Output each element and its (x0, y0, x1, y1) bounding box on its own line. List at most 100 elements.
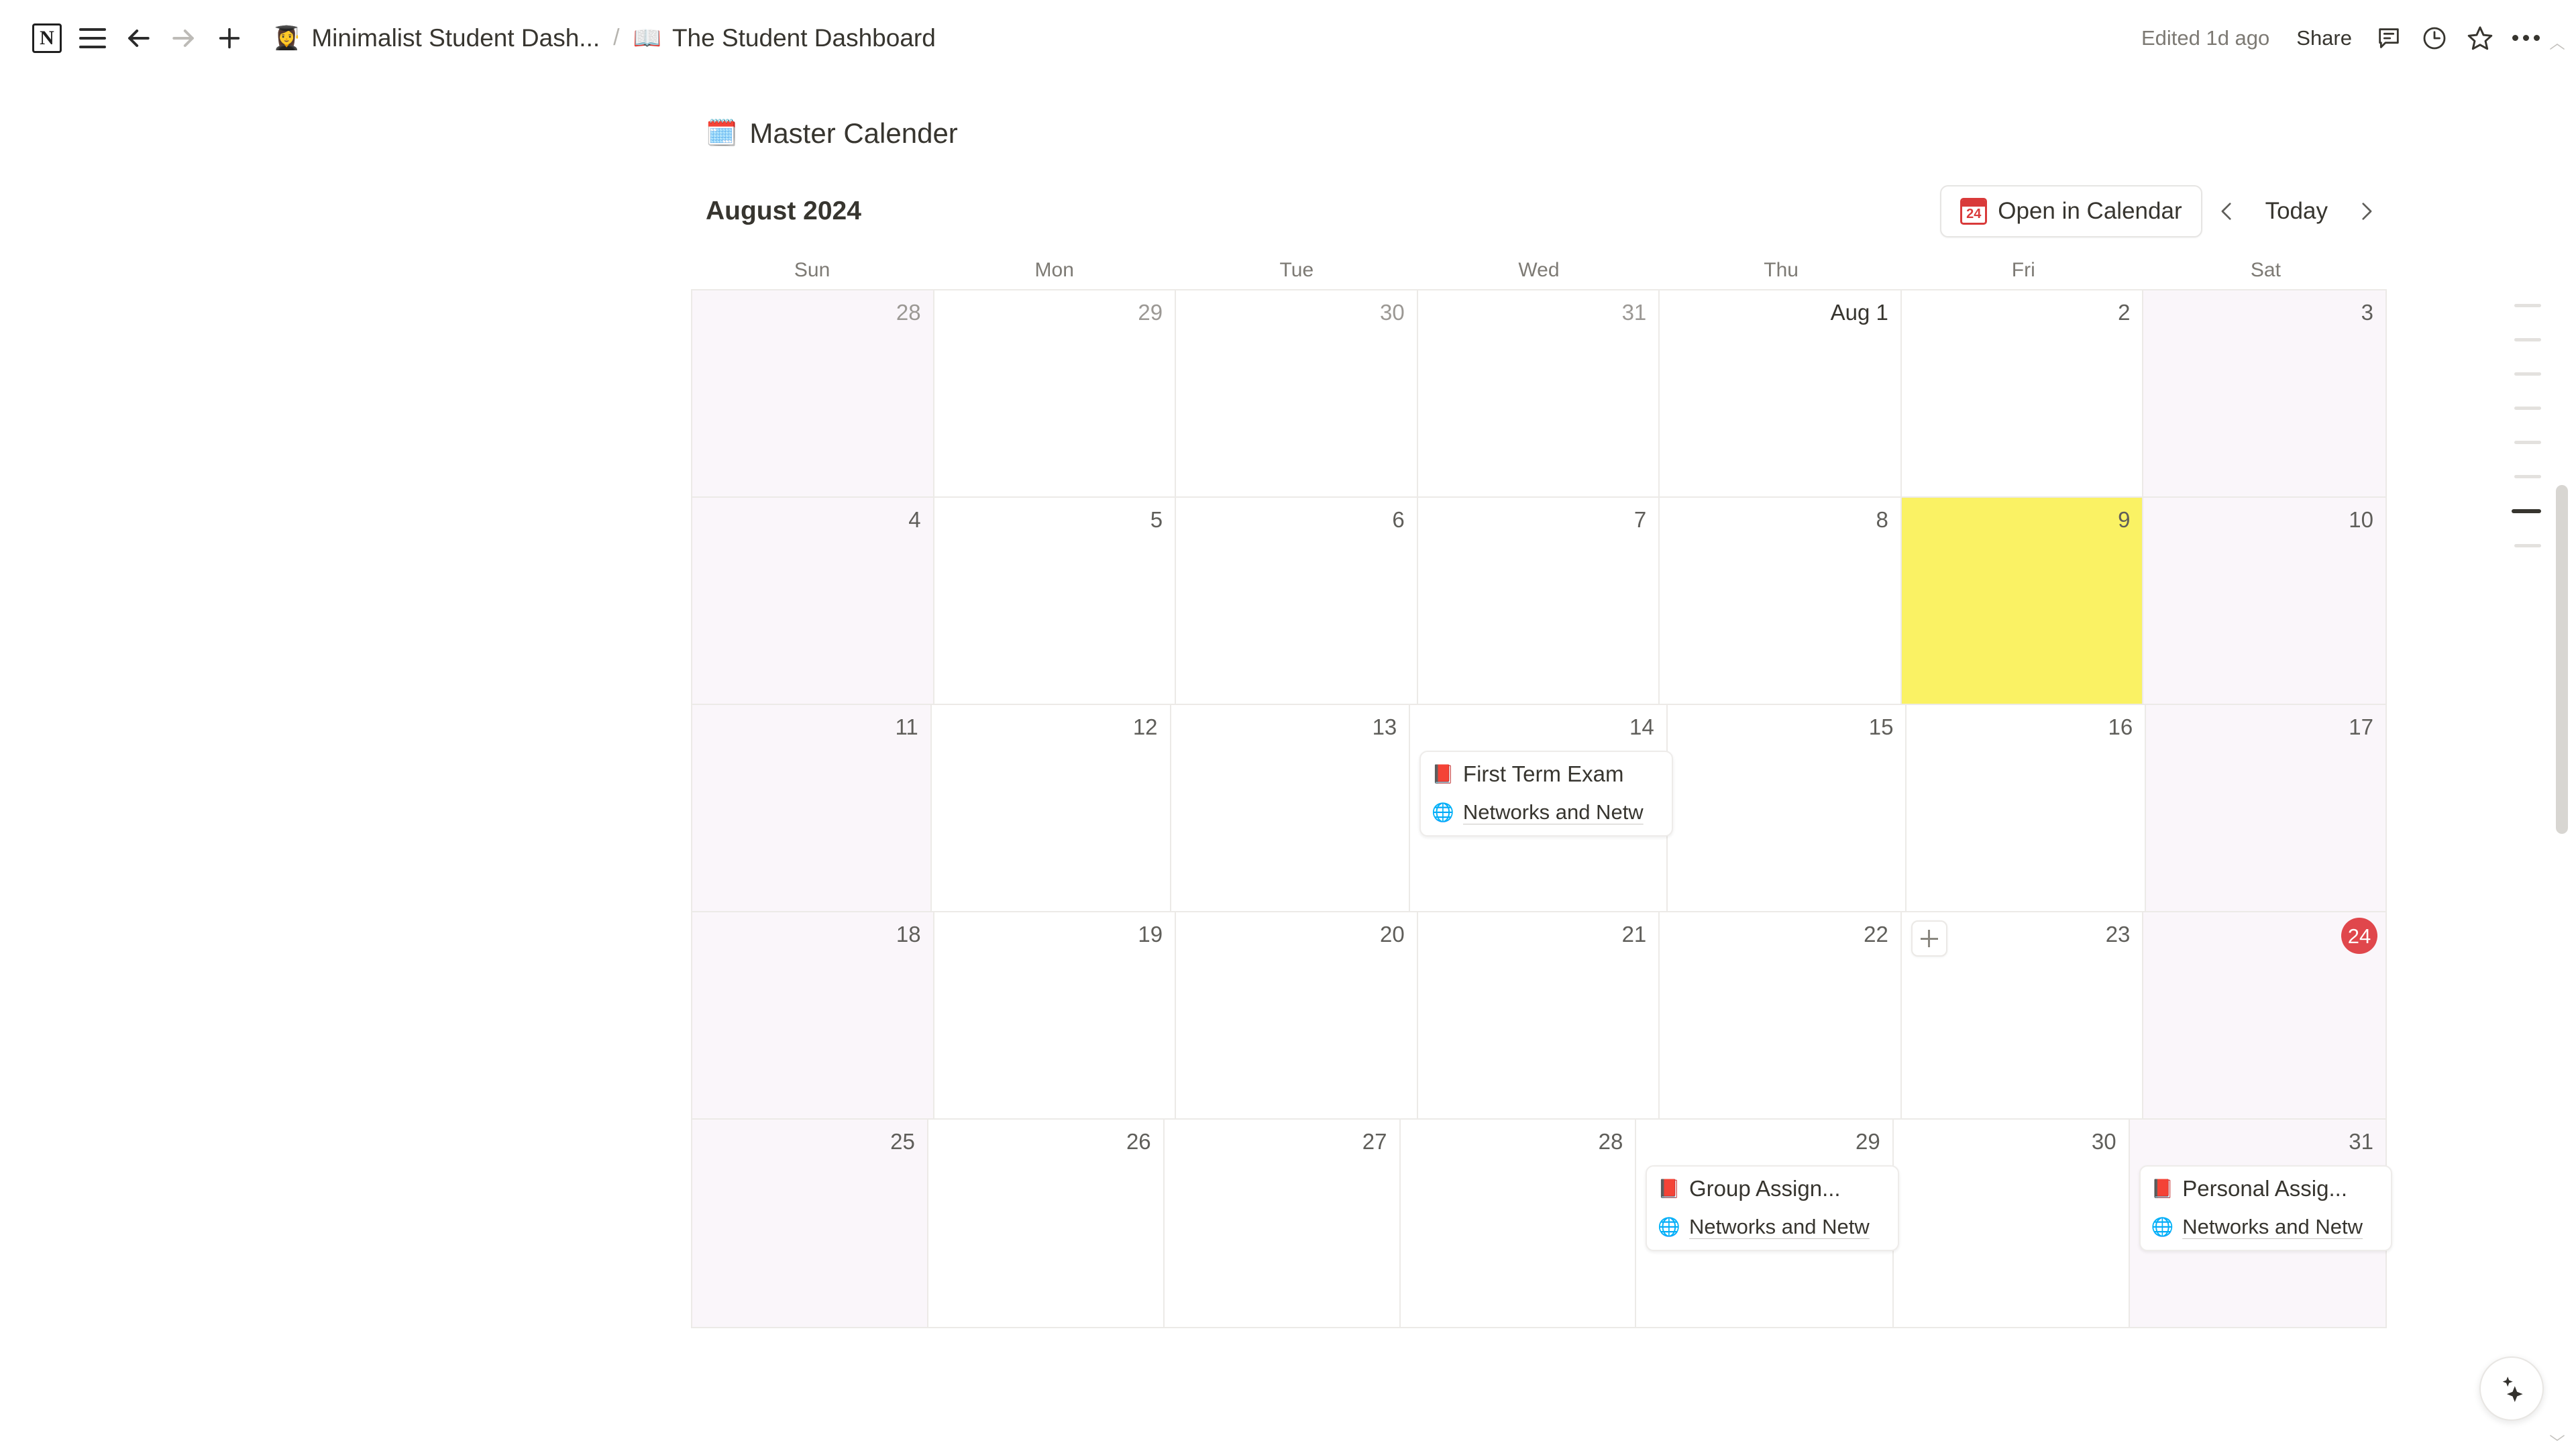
event-relation-label[interactable]: Networks and Netw (1463, 800, 1644, 824)
forward-arrow-icon[interactable] (161, 15, 207, 61)
table-of-contents-marker[interactable] (2514, 544, 2541, 547)
day-number: 17 (2349, 714, 2373, 739)
calendar-day-cell[interactable]: 17 (2146, 705, 2385, 911)
top-bar-right-group: Edited 1d ago Share (2131, 17, 2576, 59)
add-event-button[interactable] (1911, 920, 1947, 957)
calendar-day-cell[interactable]: 23 (1902, 912, 2144, 1118)
top-bar: N 👩‍🎓 (0, 0, 2576, 76)
event-subtitle-row: 🌐 Networks and Netw (1658, 1215, 1886, 1239)
calendar-week-row: 18 19 20 21 22 23 24 (692, 912, 2385, 1120)
calendar-day-cell[interactable]: 3 (2143, 290, 2385, 496)
table-of-contents-marker[interactable] (2514, 441, 2541, 444)
calendar-day-cell[interactable]: 21 (1418, 912, 1660, 1118)
calendar-day-cell[interactable]: 4 (692, 498, 934, 704)
day-number: 24 (2154, 918, 2377, 954)
globe-icon: 🌐 (1432, 802, 1454, 822)
calendar-date-icon-number: 24 (1966, 207, 1982, 221)
weekday-label-sun: Sun (794, 259, 830, 281)
calendar-day-cell[interactable]: 28 (692, 290, 934, 496)
more-options-dots (2512, 35, 2540, 41)
day-number: 25 (890, 1129, 915, 1154)
event-relation-label[interactable]: Networks and Netw (2182, 1215, 2363, 1239)
table-of-contents-marker[interactable] (2514, 475, 2541, 478)
event-subtitle-row: 🌐 Networks and Netw (1432, 800, 1660, 824)
scroll-down-caret-icon[interactable] (2548, 1432, 2567, 1444)
page-scrollbar-thumb[interactable] (2556, 485, 2568, 834)
ai-assistant-button[interactable] (2479, 1356, 2544, 1421)
breadcrumb-item-parent[interactable]: 👩‍🎓 Minimalist Student Dash... (263, 19, 609, 58)
table-of-contents-marker[interactable] (2514, 304, 2541, 307)
calendar-day-cell[interactable]: 15 (1668, 705, 1907, 911)
day-number: 2 (2118, 300, 2131, 325)
day-number: 6 (1392, 507, 1405, 532)
calendar-day-cell[interactable]: 6 (1176, 498, 1418, 704)
calendar-day-cell[interactable]: 29 📕 Group Assign... 🌐 Networks and Netw (1636, 1120, 1899, 1327)
more-options-icon[interactable] (2505, 17, 2546, 59)
day-number: 5 (1150, 507, 1163, 532)
calendar-day-cell[interactable]: 25 (692, 1120, 928, 1327)
next-month-button[interactable] (2345, 188, 2387, 235)
calendar-day-cell[interactable]: 2 (1902, 290, 2144, 496)
calendar-day-cell[interactable]: 24 (2143, 912, 2385, 1118)
calendar-day-cell[interactable]: 16 (1907, 705, 2147, 911)
plus-icon[interactable] (207, 15, 252, 61)
history-clock-icon[interactable] (2414, 17, 2455, 59)
table-of-contents-marker[interactable] (2514, 338, 2541, 341)
calendar-day-cell[interactable]: 29 (934, 290, 1177, 496)
scroll-up-caret-icon[interactable] (2548, 41, 2567, 53)
day-number: 22 (1864, 922, 1888, 947)
calendar-day-cell[interactable]: 30 (1176, 290, 1418, 496)
table-of-contents-marker[interactable] (2512, 509, 2541, 513)
calendar-day-cell[interactable]: 5 (934, 498, 1177, 704)
calendar-day-cell[interactable]: 31 (1418, 290, 1660, 496)
calendar-day-cell[interactable]: 12 (932, 705, 1171, 911)
event-title-row: 📕 Group Assign... (1658, 1176, 1886, 1201)
calendar-day-cell[interactable]: 8 (1660, 498, 1902, 704)
calendar-day-cell[interactable]: 26 (928, 1120, 1165, 1327)
notion-logo-icon[interactable]: N (24, 15, 70, 61)
star-icon[interactable] (2459, 17, 2501, 59)
event-relation-label[interactable]: Networks and Netw (1689, 1215, 1870, 1239)
share-button[interactable]: Share (2284, 19, 2364, 57)
comment-icon[interactable] (2368, 17, 2410, 59)
open-in-calendar-button[interactable]: 24 Open in Calendar (1940, 185, 2202, 237)
calendar-day-cell[interactable]: 31 📕 Personal Assig... 🌐 Networks and Netw (2129, 1120, 2392, 1327)
calendar-day-cell[interactable]: 30 (1894, 1120, 2130, 1327)
calendar-day-cell[interactable]: 13 (1171, 705, 1411, 911)
calendar-day-cell[interactable]: 19 (934, 912, 1177, 1118)
calendar-day-cell[interactable]: 22 (1660, 912, 1902, 1118)
calendar-day-cell[interactable]: 20 (1176, 912, 1418, 1118)
globe-icon: 🌐 (1658, 1216, 1680, 1237)
table-of-contents-marker[interactable] (2514, 372, 2541, 376)
table-of-contents-marker[interactable] (2514, 407, 2541, 410)
calendar-day-cell[interactable]: 18 (692, 912, 934, 1118)
calendar-event-card[interactable]: 📕 Group Assign... 🌐 Networks and Netw (1646, 1165, 1899, 1251)
calendar-day-cell[interactable]: 11 (692, 705, 932, 911)
event-title-label: Group Assign... (1688, 1176, 1841, 1201)
calendar-day-cell[interactable]: 14 📕 First Term Exam 🌐 Networks and Netw (1410, 705, 1673, 911)
weekday-header-row: Sun Mon Tue Wed Thu Fri Sat (691, 252, 2387, 289)
page-scrollbar-track[interactable] (2550, 44, 2572, 1449)
calendar-day-cell[interactable]: 9 (1901, 498, 2144, 704)
page-document-icon: 📕 (1658, 1178, 1680, 1199)
book-emoji-icon: 📖 (633, 25, 661, 51)
day-number: 15 (1868, 714, 1894, 739)
today-button[interactable]: Today (2252, 187, 2341, 235)
hamburger-menu-icon[interactable] (70, 15, 115, 61)
day-number: 28 (1598, 1129, 1623, 1154)
calendar-event-card[interactable]: 📕 Personal Assig... 🌐 Networks and Netw (2139, 1165, 2392, 1251)
calendar-day-cell[interactable]: 28 (1401, 1120, 1637, 1327)
back-arrow-icon[interactable] (115, 15, 161, 61)
calendar-day-cell[interactable]: Aug 1 (1660, 290, 1902, 496)
previous-month-button[interactable] (2206, 188, 2248, 235)
calendar-emoji-icon: 🗓️ (706, 119, 738, 148)
calendar-event-card[interactable]: 📕 First Term Exam 🌐 Networks and Netw (1419, 751, 1673, 837)
day-number: 16 (2108, 714, 2133, 739)
calendar-day-cell[interactable]: 7 (1418, 498, 1660, 704)
calendar-day-cell[interactable]: 10 (2143, 498, 2385, 704)
calendar-day-cell[interactable]: 27 (1165, 1120, 1401, 1327)
breadcrumb-item-current[interactable]: 📖 The Student Dashboard (624, 19, 945, 58)
event-title-row: 📕 First Term Exam (1432, 761, 1660, 787)
breadcrumb-parent-label: Minimalist Student Dash... (311, 23, 600, 52)
block-title: 🗓️ Master Calender (691, 117, 2387, 150)
